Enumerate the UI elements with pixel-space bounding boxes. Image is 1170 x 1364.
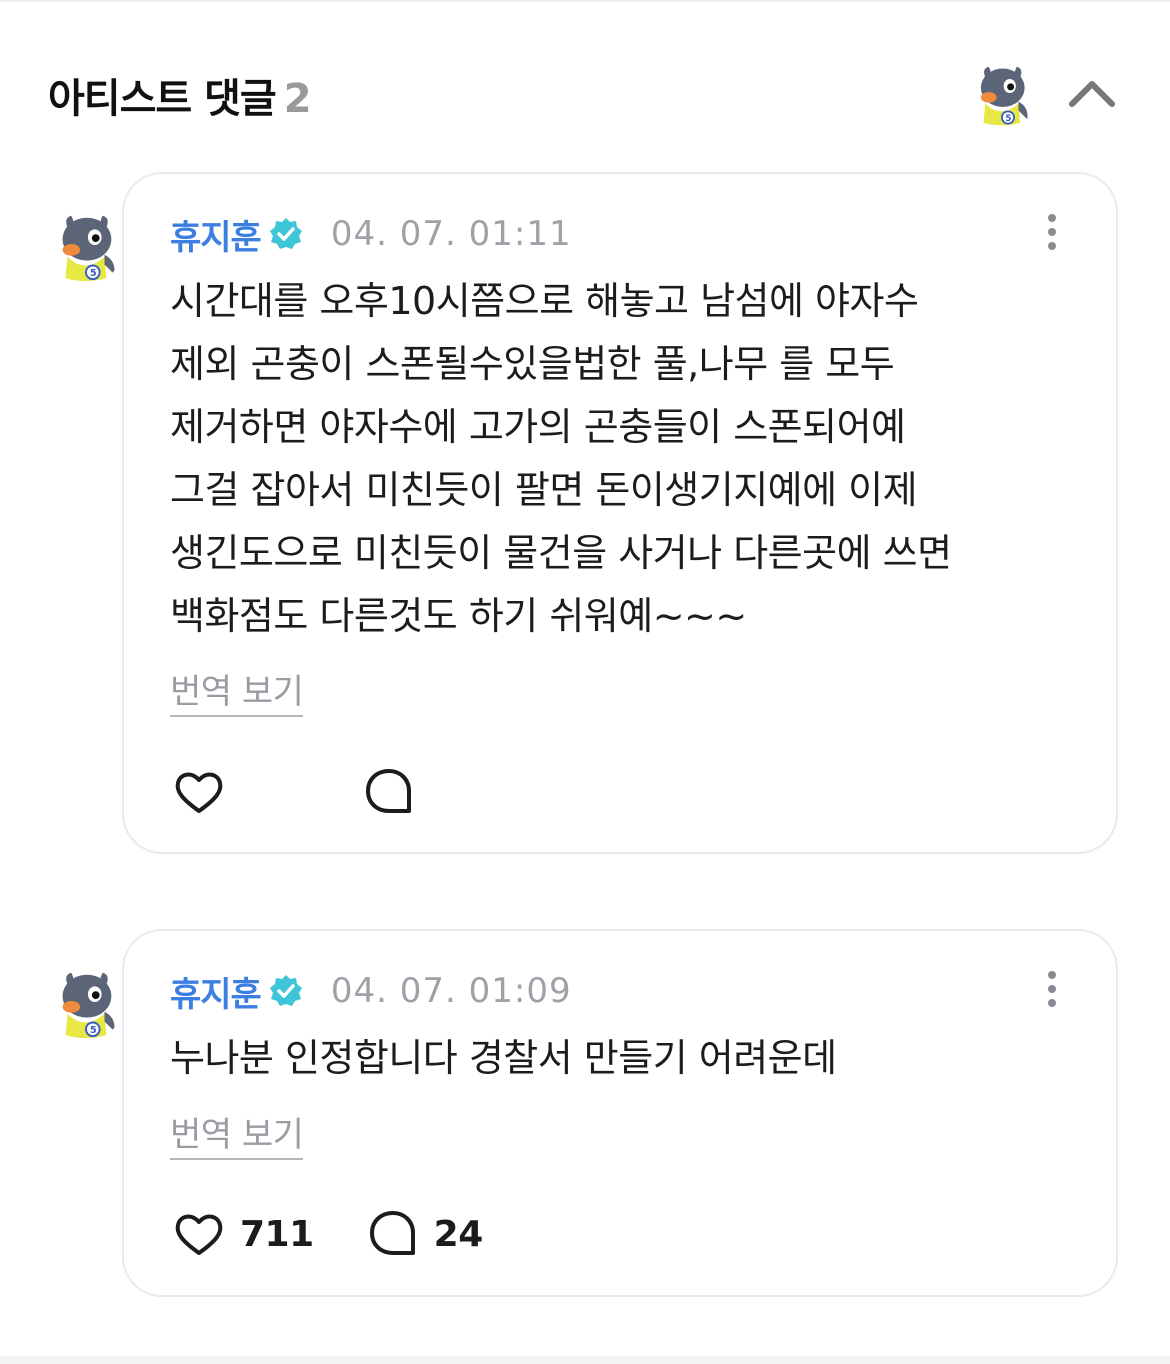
penguin-avatar-icon[interactable] <box>46 963 124 1041</box>
comment-count: 2 <box>283 76 312 122</box>
artist-comments-header: 아티스트 댓글 2 <box>0 50 1170 140</box>
reply-button[interactable] <box>362 765 430 819</box>
translate-link[interactable]: 번역 보기 <box>170 1107 304 1160</box>
comment-card: 휴지훈 04. 07. 01:11 시간대를 오후10시쯤으로 해놓고 남섬에 … <box>122 172 1118 854</box>
like-count: 711 <box>240 1213 314 1255</box>
section-title-text: 아티스트 댓글 <box>48 76 277 122</box>
reply-count: 24 <box>433 1213 484 1255</box>
penguin-avatar-icon[interactable] <box>46 206 124 284</box>
top-divider <box>0 0 1170 2</box>
comment-date: 04. 07. 01:11 <box>330 214 572 254</box>
comment-text: 시간대를 오후10시쯤으로 해놓고 남섬에 야자수 제외 곤충이 스폰될수있을법… <box>170 279 952 638</box>
heart-icon <box>175 1214 223 1255</box>
translate-link[interactable]: 번역 보기 <box>170 664 304 717</box>
artist-avatar-icon[interactable] <box>966 58 1036 128</box>
chevron-up-icon[interactable] <box>1062 68 1122 118</box>
comment-card: 휴지훈 04. 07. 01:09 누나분 인정합니다 경찰서 만들기 어려운데… <box>122 929 1118 1297</box>
comment-date: 04. 07. 01:09 <box>330 971 572 1011</box>
bottom-divider <box>0 1356 1170 1364</box>
section-title: 아티스트 댓글 2 <box>48 66 312 124</box>
comment-author[interactable]: 휴지훈 <box>170 210 262 259</box>
comment-author[interactable]: 휴지훈 <box>170 967 262 1016</box>
like-button[interactable] <box>172 765 240 819</box>
comment-bubble-icon <box>366 769 411 813</box>
comment-meta: 휴지훈 04. 07. 01:09 <box>170 967 572 1016</box>
comment-bubble-icon <box>369 1211 415 1255</box>
verified-badge-icon <box>268 974 303 1008</box>
comment-actions <box>172 764 430 820</box>
comment-text: 누나분 인정합니다 경찰서 만들기 어려운데 <box>170 1036 837 1080</box>
reply-button[interactable]: 24 <box>366 1207 483 1261</box>
verified-badge-icon <box>268 217 303 251</box>
comment-actions: 711 24 <box>172 1206 483 1262</box>
comment-meta: 휴지훈 04. 07. 01:11 <box>170 210 572 259</box>
more-vertical-icon[interactable] <box>1034 967 1070 1011</box>
more-vertical-icon[interactable] <box>1034 210 1070 254</box>
like-button[interactable]: 711 <box>172 1207 314 1261</box>
heart-icon <box>175 772 223 813</box>
